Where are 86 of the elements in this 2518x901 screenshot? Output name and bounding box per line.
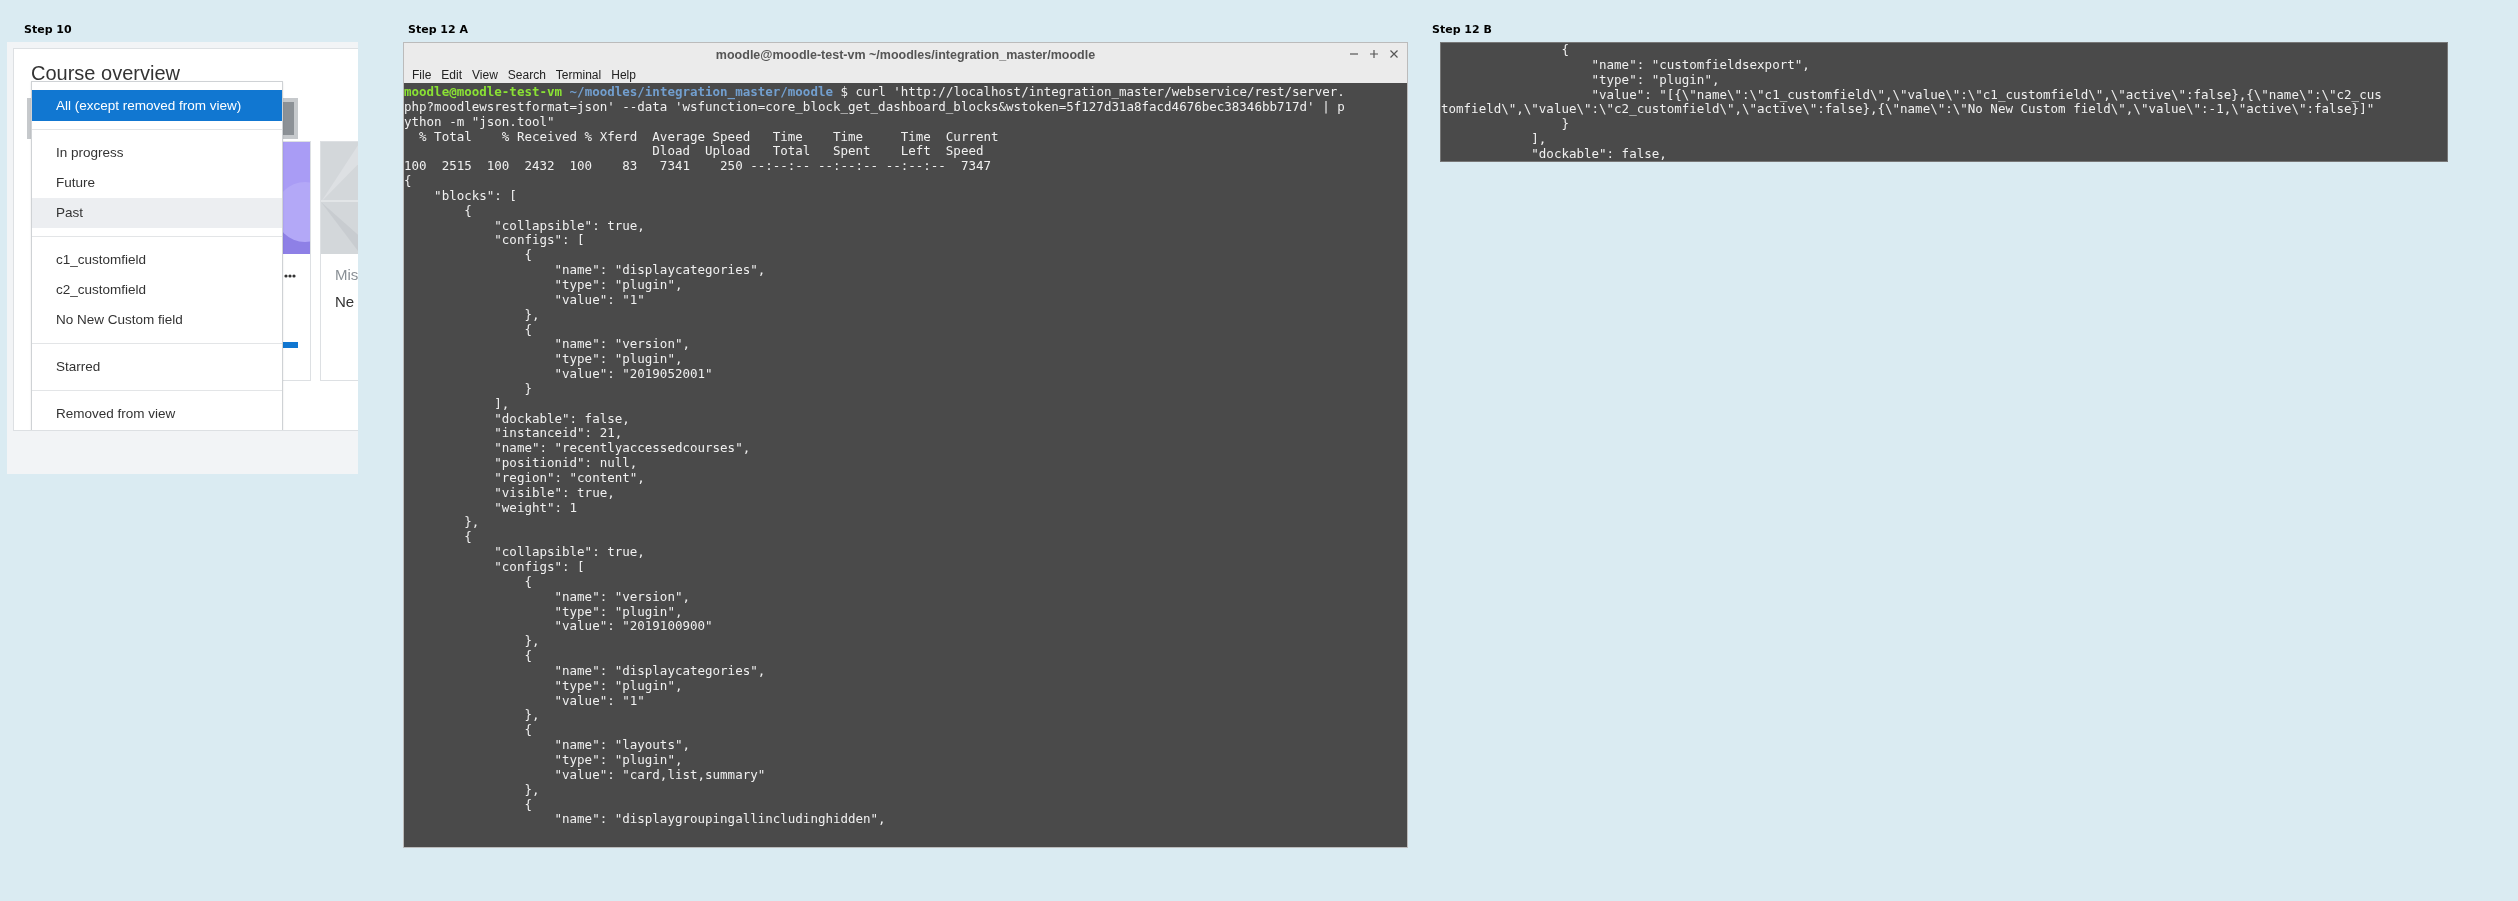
terminal-line: ], [1530,132,1548,147]
terminal-line: "blocks": [ [433,188,518,204]
terminal-line: }, [523,634,541,650]
terminal-line: }, [523,782,541,798]
terminal-line: { [404,174,413,189]
terminal-line: } [1560,117,1570,133]
terminal-line: "region": "content", [493,470,646,486]
terminal-line: { [523,723,533,739]
prompt-user: moodle@moodle-test-vm [404,84,563,99]
command-text: ython -m "json.tool" [404,114,555,130]
terminal-line: { [1560,43,1570,58]
terminal-line: tomfield\",\"value\":\"c2_customfield\",\"active\":false},{\"name\":\"No New Custom field\",\"value\":-1,\"active\":false}]" [1441,102,2375,118]
terminal-line: }, [523,708,541,724]
terminal-line: { [523,797,533,813]
terminal-line: "value": "1" [553,292,645,308]
terminal-line: "instanceid": 21, [493,426,624,442]
terminal-line: "name": "recentlyaccessedcourses", [493,441,752,457]
menu-item[interactable]: All (except removed from view) [32,90,282,121]
terminal-line: }, [463,515,481,531]
menu-item[interactable]: Future [32,168,282,198]
terminal-line: "weight": 1 [493,500,579,516]
terminal-line: { [524,574,532,590]
command-text: php?moodlewsrestformat=json' --data 'wsfunction=core_block_get_dashboard_blocks&wstoken=5f127d31a8facd4676bec38346bb717d' | p [404,99,1346,115]
terminal-line: "name": "version", [553,337,691,353]
terminal-line: "name": "displaycategories", [553,663,767,679]
menu-item[interactable]: Terminal [550,66,607,83]
step-label: Step 10 [23,22,73,38]
terminal-line: "configs": [ [493,233,585,249]
terminal-line: "dockable": false, [1530,146,1668,161]
terminal-line: "value": "card,list,summary" [553,767,767,783]
prompt-path: ~/moodles/integration_master/moodle [569,84,833,99]
maximize-icon[interactable] [1369,49,1379,59]
terminal-line: "type": "plugin", [553,604,684,620]
terminal-line: }, [523,307,541,323]
terminal-line: "configs": [ [493,560,586,575]
menu-item[interactable]: c1_customfield [32,245,282,275]
terminal-line: Dload Upload Total Spent Left Speed [651,144,985,160]
course-name[interactable]: Ne [335,293,358,310]
menu-item[interactable]: Past [32,198,282,228]
terminal-line: "type": "plugin", [553,752,683,768]
menu-item[interactable]: c2_customfield [32,275,282,305]
terminal-line: "type": "plugin", [1590,72,1720,88]
terminal-line: "type": "plugin", [553,277,683,293]
terminal-line: { [523,248,533,264]
course-category: Mis [335,266,358,283]
terminal-line: "dockable": false, [493,411,631,427]
terminal-line: "name": "displaygroupingallincludinghidden", [553,812,887,828]
terminal-line: "type": "plugin", [553,678,683,694]
terminal-line: "name": "version", [553,589,691,605]
terminal-line: "type": "plugin", [553,352,684,368]
close-icon[interactable] [1389,49,1399,59]
terminal-line: "value": "1" [553,693,645,709]
terminal-line: % Total % Received % Xferd Average Speed Time Time Time Current [419,129,1000,145]
step-label: Step 12 A [407,22,469,38]
step-label: Step 12 B [1432,22,1493,38]
terminal-line: "name": "customfieldsexport", [1590,57,1811,73]
terminal-line: } [523,381,533,397]
menu-item[interactable]: View [467,66,503,83]
menu-item[interactable]: No New Custom field [32,305,282,335]
menu-item[interactable]: File [407,66,437,83]
menu-item[interactable]: Search [502,66,551,83]
more-icon[interactable] [284,274,296,278]
menu-item[interactable]: Help [606,66,641,83]
terminal-line: 100 2515 100 2432 100 83 7341 250 --:--:-- --:--:-- --:--:-- 7347 [404,159,992,175]
terminal-line: "value": "2019052001" [553,367,714,382]
terminal-line: "collapsible": true, [493,545,646,560]
terminal-line: { [523,649,533,664]
window-title: moodle@moodle-test-vm ~/moodles/integration_master/moodle [715,47,1096,62]
terminal-line: ], [493,396,511,412]
menu-item[interactable]: Edit [436,66,468,83]
command-text: curl 'http://localhost/integration_master/webservice/rest/server. [855,84,1345,99]
terminal-line: "collapsible": true, [493,218,646,234]
menu-item[interactable]: Starred [32,352,282,382]
terminal-line: "visible": true, [493,485,616,501]
terminal-line: "value": "[{\"name\":\"c1_customfield\",\"value\":\"c1_customfield\",\"active\":false},{\"name\":\"c2_cus [1590,87,2383,103]
terminal-line: { [463,530,473,546]
menu-item[interactable]: Removed from view [32,399,282,429]
block-heading: Course overview [31,62,181,84]
prompt-symbol: $ [840,84,849,99]
terminal-line: "name": "layouts", [553,738,691,753]
menu-item[interactable]: In progress [32,138,282,168]
terminal-line: "name": "displaycategories", [553,263,767,278]
terminal-line: { [463,203,473,219]
terminal-line: "positionid": null, [493,456,639,471]
terminal-line: "value": "2019100900" [553,619,714,635]
terminal-line: { [523,322,533,338]
